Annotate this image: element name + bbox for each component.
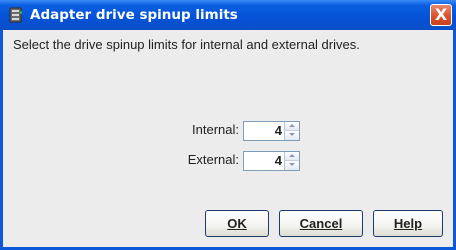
app-icon: [8, 7, 24, 23]
external-value[interactable]: 4: [244, 152, 282, 170]
title-bar[interactable]: Adapter drive spinup limits X: [0, 0, 456, 30]
window-title: Adapter drive spinup limits: [30, 7, 238, 23]
internal-value[interactable]: 4: [244, 122, 282, 140]
external-decrement-icon[interactable]: [284, 161, 299, 170]
help-button[interactable]: Help: [373, 210, 443, 237]
instruction-text: Select the drive spinup limits for inter…: [13, 37, 360, 52]
internal-spinner[interactable]: 4: [243, 121, 300, 141]
external-spinner[interactable]: 4: [243, 151, 300, 171]
ok-button[interactable]: OK: [205, 210, 269, 237]
external-label: External:: [187, 152, 239, 167]
internal-decrement-icon[interactable]: [284, 131, 299, 140]
cancel-button[interactable]: Cancel: [279, 210, 363, 237]
internal-label: Internal:: [192, 122, 239, 137]
external-increment-icon[interactable]: [284, 152, 299, 161]
close-button[interactable]: X: [430, 4, 452, 26]
dialog-window: Adapter drive spinup limits X Select the…: [0, 0, 456, 250]
internal-increment-icon[interactable]: [284, 122, 299, 131]
